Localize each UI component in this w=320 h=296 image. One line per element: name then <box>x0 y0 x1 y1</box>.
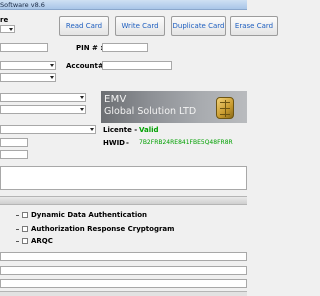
hwid-value: 7B2FRB24RE841FBE5Q48FR8R <box>139 139 233 146</box>
chevron-down-icon <box>80 108 84 111</box>
dda-checkbox[interactable] <box>22 212 28 218</box>
duplicate-card-button[interactable]: Duplicate Card <box>171 16 226 36</box>
arc-label: Authorization Response Cryptogram <box>31 225 175 233</box>
tree-dash <box>16 229 19 230</box>
bottom-field-3[interactable] <box>0 279 247 288</box>
pin-label: PIN # : <box>76 44 104 52</box>
options-section-header <box>0 196 247 205</box>
type-select[interactable] <box>0 61 56 70</box>
licente-value: Valid <box>139 126 159 134</box>
title-bar: Software v8.6 <box>0 0 247 10</box>
status-bar <box>0 291 247 296</box>
hwid-label: HWID <box>103 139 125 147</box>
banner-title: EMV <box>104 94 127 105</box>
select-5[interactable] <box>0 125 96 134</box>
hwid-separator: - <box>126 139 129 147</box>
tree-dash <box>16 215 19 216</box>
chevron-down-icon <box>50 64 54 67</box>
tree-dash <box>16 241 19 242</box>
dda-label: Dynamic Data Authentication <box>31 211 148 219</box>
window-title: Software v8.6 <box>0 1 45 9</box>
licente-label: Licente - <box>103 126 138 134</box>
write-card-button[interactable]: Write Card <box>115 16 165 36</box>
field-7[interactable] <box>0 150 28 159</box>
arc-checkbox[interactable] <box>22 226 28 232</box>
select-2[interactable] <box>0 73 56 82</box>
chevron-down-icon <box>50 76 54 79</box>
read-card-button[interactable]: Read Card <box>59 16 109 36</box>
reader-select[interactable] <box>0 25 15 33</box>
account-field[interactable] <box>102 61 172 70</box>
chip-icon <box>216 97 234 119</box>
field-6[interactable] <box>0 138 28 147</box>
arqc-checkbox[interactable] <box>22 238 28 244</box>
banner-subtitle: Global Solution LTD <box>104 106 197 117</box>
bottom-field-2[interactable] <box>0 266 247 275</box>
bottom-field-1[interactable] <box>0 252 247 261</box>
name-field[interactable] <box>0 43 48 52</box>
log-textarea[interactable] <box>0 166 247 190</box>
pin-field[interactable] <box>102 43 148 52</box>
chevron-down-icon <box>9 28 13 31</box>
select-4[interactable] <box>0 105 86 114</box>
select-3[interactable] <box>0 93 86 102</box>
chevron-down-icon <box>90 128 94 131</box>
company-banner: EMV Global Solution LTD <box>101 91 247 123</box>
arqc-label: ARQC <box>31 237 53 245</box>
erase-card-button[interactable]: Erase Card <box>230 16 278 36</box>
reader-label: re <box>0 16 9 24</box>
chevron-down-icon <box>80 96 84 99</box>
